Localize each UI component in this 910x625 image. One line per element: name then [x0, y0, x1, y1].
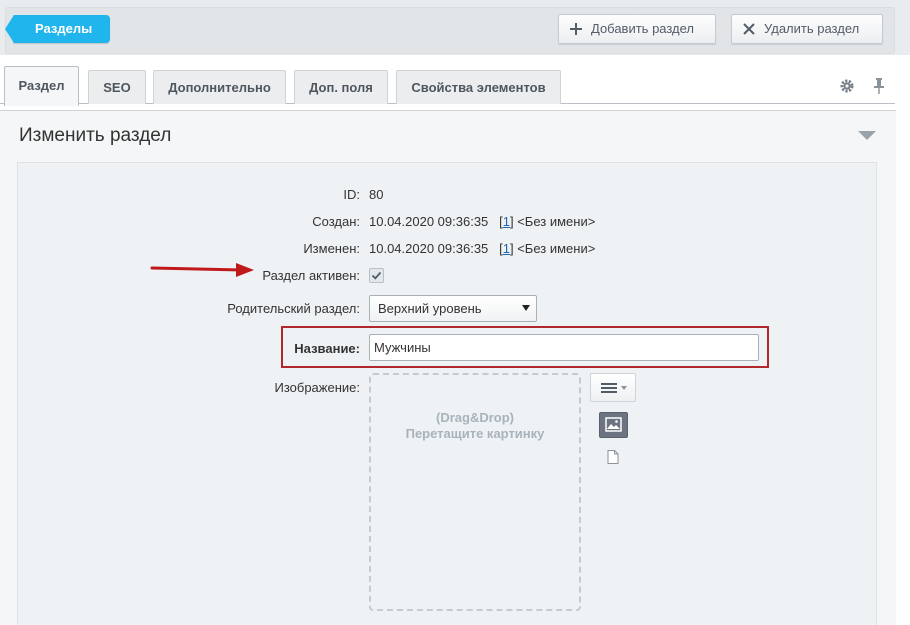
- modified-date: 10.04.2020 09:36:35: [369, 241, 489, 256]
- modified-user-name: <Без имени>: [517, 241, 596, 256]
- plus-icon: [570, 23, 582, 35]
- created-date: 10.04.2020 09:36:35: [369, 214, 489, 229]
- checkmark-icon: [371, 271, 382, 280]
- name-input[interactable]: [369, 334, 759, 361]
- created-value: 10.04.2020 09:36:35 [1] <Без имени>: [369, 214, 596, 229]
- file-icon[interactable]: [607, 450, 619, 464]
- active-label: Раздел активен:: [262, 268, 360, 283]
- created-user-link[interactable]: 1: [503, 214, 510, 229]
- image-upload-button[interactable]: [599, 412, 628, 438]
- delete-section-button[interactable]: Удалить раздел: [731, 14, 883, 44]
- add-section-label: Добавить раздел: [591, 21, 695, 36]
- pin-icon[interactable]: [873, 78, 885, 94]
- created-label: Создан:: [312, 214, 360, 229]
- dropzone-line1: (Drag&Drop): [436, 410, 514, 425]
- image-menu-button[interactable]: [590, 373, 636, 402]
- id-label: ID:: [343, 187, 360, 202]
- tab-element-properties[interactable]: Свойства элементов: [396, 70, 561, 104]
- collapse-arrow-icon[interactable]: [858, 131, 876, 141]
- created-user-name: <Без имени>: [517, 214, 596, 229]
- picture-icon: [605, 417, 622, 432]
- parent-section-select[interactable]: Верхний уровень: [369, 295, 537, 322]
- close-icon: [743, 23, 755, 35]
- dropzone-line2: Перетащите картинку: [405, 426, 545, 441]
- image-label: Изображение:: [274, 380, 360, 395]
- parent-section-label: Родительский раздел:: [227, 301, 360, 316]
- id-value: 80: [369, 187, 384, 202]
- modified-user-link[interactable]: 1: [503, 241, 510, 256]
- gear-icon[interactable]: [839, 78, 855, 94]
- back-to-sections-button[interactable]: Разделы: [5, 15, 110, 43]
- delete-section-label: Удалить раздел: [764, 21, 860, 36]
- modified-label: Изменен:: [303, 241, 360, 256]
- image-dropzone[interactable]: (Drag&Drop) Перетащите картинку: [369, 373, 581, 611]
- name-label: Название:: [294, 341, 360, 356]
- modified-value: 10.04.2020 09:36:35 [1] <Без имени>: [369, 241, 596, 256]
- parent-section-value: Верхний уровень: [378, 301, 482, 316]
- tab-section[interactable]: Раздел: [4, 66, 79, 106]
- chevron-down-icon: [522, 305, 530, 311]
- add-section-button[interactable]: Добавить раздел: [558, 14, 716, 44]
- active-checkbox[interactable]: [369, 268, 384, 283]
- tab-seo[interactable]: SEO: [88, 70, 146, 104]
- menu-lines-icon: [601, 383, 627, 393]
- page-title: Изменить раздел: [19, 125, 172, 146]
- tab-additional[interactable]: Дополнительно: [153, 70, 286, 104]
- annotation-arrow-icon: [150, 263, 254, 277]
- tab-extra-fields[interactable]: Доп. поля: [294, 70, 388, 104]
